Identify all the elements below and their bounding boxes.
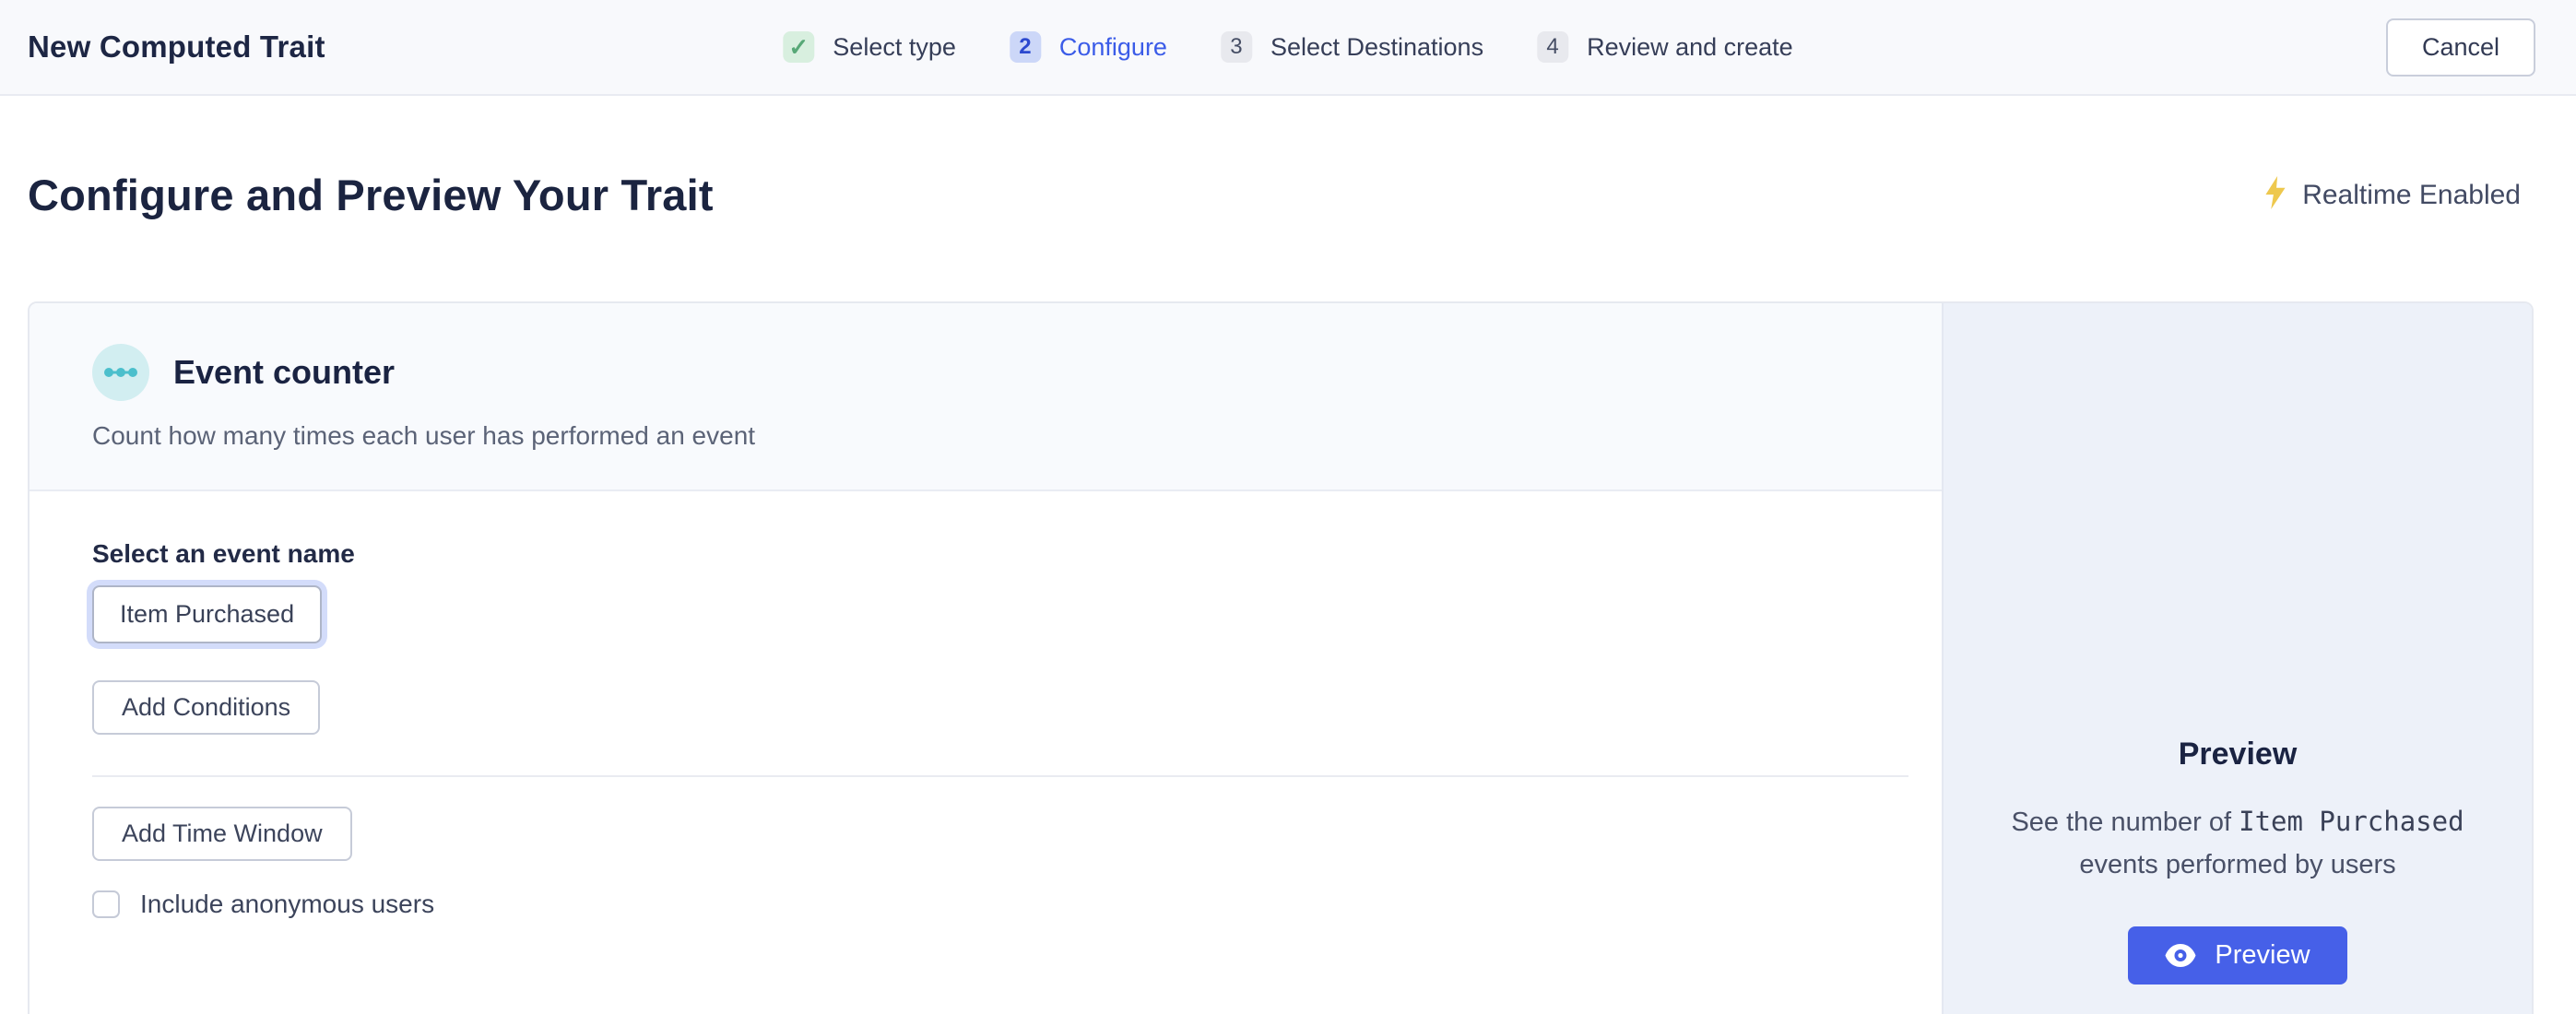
step-configure[interactable]: 2 Configure [1010, 31, 1167, 63]
step-select-destinations[interactable]: 3 Select Destinations [1221, 31, 1483, 63]
section-divider [92, 775, 1908, 777]
include-anonymous-checkbox[interactable] [92, 890, 120, 918]
trait-config-card: Event counter Count how many times each … [28, 301, 2534, 1014]
step-label: Review and create [1587, 33, 1793, 62]
wizard-stepper: ✓ Select type 2 Configure 3 Select Desti… [783, 31, 1792, 63]
step-number-badge: 4 [1537, 31, 1568, 63]
trait-type-header: Event counter Count how many times each … [30, 303, 1942, 491]
add-conditions-button[interactable]: Add Conditions [92, 680, 320, 735]
event-counter-dots-icon [92, 344, 149, 401]
page-title: Configure and Preview Your Trait [28, 170, 714, 220]
step-select-type[interactable]: ✓ Select type [783, 31, 956, 63]
step-number-badge: 3 [1221, 31, 1252, 63]
include-anonymous-label: Include anonymous users [140, 890, 434, 919]
top-bar: New Computed Trait ✓ Select type 2 Confi… [0, 0, 2576, 96]
preview-title: Preview [2179, 737, 2298, 772]
trait-config-body: Select an event name Item Purchased Add … [30, 491, 1942, 1014]
wizard-title: New Computed Trait [28, 29, 325, 65]
trait-type-description: Count how many times each user has perfo… [92, 421, 1905, 451]
eye-icon [2165, 944, 2196, 967]
lightning-bolt-icon [2263, 176, 2287, 214]
step-label: Select Destinations [1270, 33, 1483, 62]
check-icon: ✓ [783, 31, 814, 63]
step-label: Configure [1059, 33, 1167, 62]
preview-panel: Preview See the number of Item Purchased… [1942, 303, 2532, 1014]
event-name-select[interactable]: Item Purchased [92, 585, 322, 643]
preview-description: See the number of Item Purchased events … [1970, 800, 2505, 886]
preview-event-name: Item Purchased [2239, 806, 2464, 837]
anonymous-users-row: Include anonymous users [92, 890, 1908, 919]
card-main: Event counter Count how many times each … [30, 303, 1942, 1014]
trait-type-title: Event counter [173, 353, 395, 392]
preview-description-suffix: events performed by users [2079, 850, 2395, 879]
step-label: Select type [833, 33, 956, 62]
preview-button-label: Preview [2215, 940, 2310, 971]
step-number-badge: 2 [1010, 31, 1041, 63]
event-name-label: Select an event name [92, 539, 1908, 569]
realtime-label: Realtime Enabled [2302, 180, 2521, 211]
step-review-and-create[interactable]: 4 Review and create [1537, 31, 1793, 63]
cancel-button[interactable]: Cancel [2386, 18, 2535, 77]
realtime-badge: Realtime Enabled [2263, 176, 2521, 214]
page-heading-row: Configure and Preview Your Trait Realtim… [28, 170, 2521, 220]
add-time-window-button[interactable]: Add Time Window [92, 807, 352, 861]
preview-button[interactable]: Preview [2128, 926, 2346, 985]
preview-description-prefix: See the number of [2011, 808, 2231, 837]
